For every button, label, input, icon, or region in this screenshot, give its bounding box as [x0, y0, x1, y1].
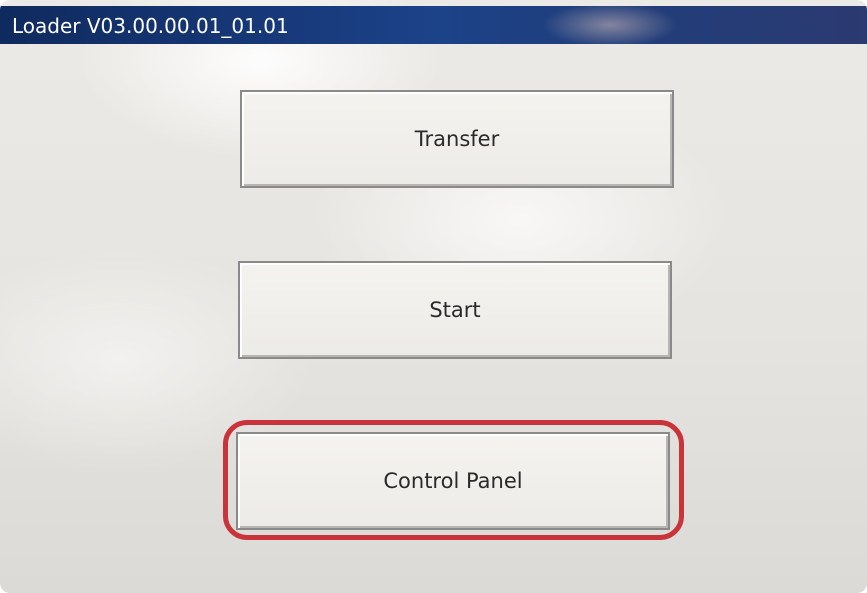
- start-button[interactable]: Start: [238, 261, 672, 359]
- start-button-label: Start: [429, 298, 481, 322]
- title-bar: Loader V03.00.00.01_01.01: [0, 6, 867, 44]
- transfer-button[interactable]: Transfer: [240, 90, 674, 188]
- control-panel-button-label: Control Panel: [383, 469, 523, 493]
- control-panel-button[interactable]: Control Panel: [236, 432, 670, 530]
- window-title: Loader V03.00.00.01_01.01: [12, 14, 289, 38]
- loader-screen: Loader V03.00.00.01_01.01 Transfer Start…: [0, 0, 867, 593]
- transfer-button-label: Transfer: [414, 127, 500, 151]
